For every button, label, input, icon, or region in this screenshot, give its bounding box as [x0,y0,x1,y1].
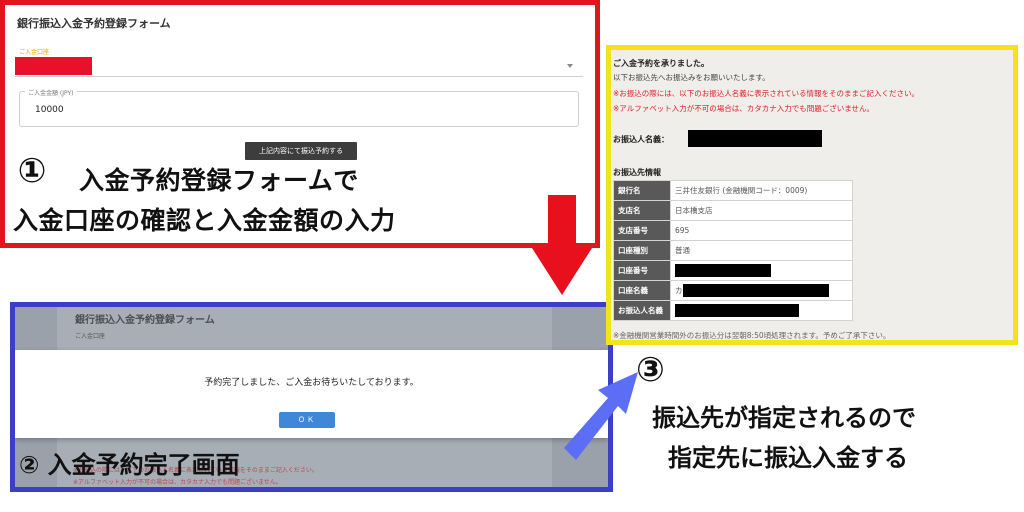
row-label: 支店名 [613,200,671,221]
row-label: 口座名義 [613,280,671,301]
step3-number: ③ [636,350,665,390]
amount-label: ご入金金額 (JPY) [25,88,77,97]
chevron-down-icon[interactable] [567,64,573,68]
table-row: 口座名義 カ [613,280,853,301]
row-value: 日本橋支店 [670,200,853,221]
ok-button[interactable]: ＯＫ [279,412,335,428]
row-label: 口座種別 [613,240,671,261]
table-row: 支店番号 695 [613,220,853,241]
row-value: 695 [670,220,853,241]
table-row: 銀行名 三井住友銀行 (金融機関コード：0009) [613,180,853,201]
redaction-bar [675,304,799,317]
arrow-shape [564,372,638,460]
down-arrow-head [532,248,592,295]
footer-note: ※金融機関営業時間外のお振込分は翌朝8:50頃処理されます。予めご了承下さい。 [613,331,891,340]
row-value-partially-redacted: カ [670,280,853,301]
account-select-underline [15,76,583,77]
row-value: 普通 [670,240,853,261]
row-label: 銀行名 [613,180,671,201]
step3-caption-line2: 指定先に振込入金する [668,444,908,472]
account-select-redacted[interactable] [15,57,92,75]
instruction-text: 以下お振込先へお振込みをお願いいたします。 [613,73,770,82]
account-label: ご入金口座 [19,49,50,56]
row-label: 支店番号 [613,220,671,241]
step3-caption-line1: 振込先が指定されるので [652,404,916,432]
reservation-accepted-text: ご入金予約を承りました。 [613,59,709,68]
step2-panel: 銀行振込入金予約登録フォーム ご入金口座 予約完了しました、ご入金お待ちいたして… [10,302,613,492]
step1-caption-line1: 入金予約登録フォームで [79,166,359,195]
redaction-bar [675,264,771,277]
row-label: 口座番号 [613,260,671,281]
warning-note-2: ※アルファベット入力が不可の場合は、カタカナ入力でも問題ございません。 [613,104,874,113]
step2-caption: ② 入金予約完了画面 [19,451,240,479]
warning-note-1: ※お振込の際には、以下のお振込人名義に表示されている情報をそのままご記入ください… [613,89,920,98]
row-value-redacted [670,260,853,281]
bg-account-label: ご入金口座 [75,333,106,340]
destination-table: 銀行名 三井住友銀行 (金融機関コード：0009) 支店名 日本橋支店 支店番号… [613,180,853,321]
payer-name-label: お振込人名義： [613,135,669,144]
row-label: お振込人名義 [613,300,671,321]
table-row: 支店名 日本橋支店 [613,200,853,221]
bg-form-title: 銀行振込入金予約登録フォーム [75,315,215,326]
step3-panel: ご入金予約を承りました。 以下お振込先へお振込みをお願いいたします。 ※お振込の… [606,45,1018,345]
row-value: カ [675,286,683,295]
amount-field[interactable] [19,91,579,127]
step1-number: ① [17,151,47,191]
table-row: 口座番号 [613,260,853,281]
completion-modal: 予約完了しました、ご入金お待ちいたしております。 ＯＫ [15,350,608,438]
redaction-bar [683,284,829,297]
modal-message: 予約完了しました、ご入金お待ちいたしております。 [204,378,419,388]
step1-panel: 銀行振込入金予約登録フォーム ご入金口座 ご入金金額 (JPY) 10000 上… [0,0,600,248]
row-value-redacted [670,300,853,321]
row-value: 三井住友銀行 (金融機関コード：0009) [670,180,853,201]
table-row: 口座種別 普通 [613,240,853,261]
destination-info-title: お振込先情報 [613,168,661,177]
table-row: お振込人名義 [613,300,853,321]
form-title: 銀行振込入金予約登録フォーム [17,17,171,30]
reserve-transfer-button[interactable]: 上記内容にて振込予約する [245,142,357,160]
amount-value[interactable]: 10000 [35,105,64,115]
step1-caption-line2: 入金口座の確認と入金金額の入力 [13,206,396,235]
payer-name-redacted [688,130,822,147]
down-arrow-icon [548,195,576,250]
